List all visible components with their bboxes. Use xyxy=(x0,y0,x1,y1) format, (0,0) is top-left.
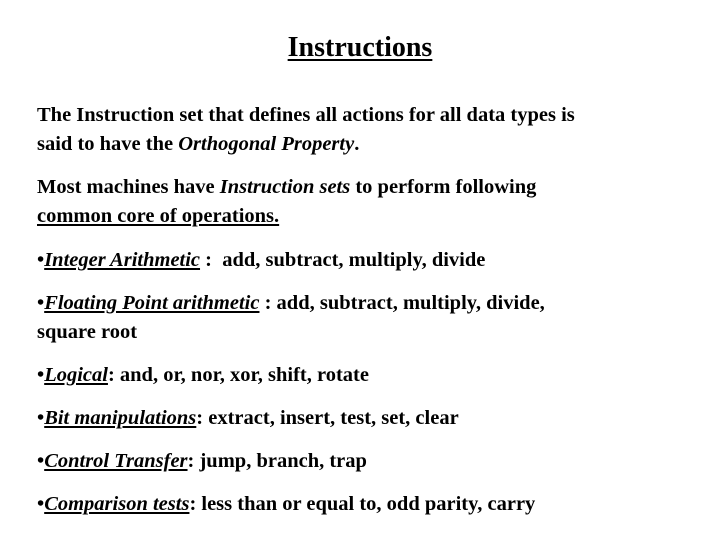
bullet-term: Control Transfer xyxy=(44,450,188,472)
bullet-term: Bit manipulations xyxy=(44,407,197,429)
bullet-term: Integer Arithmetic xyxy=(44,249,201,271)
bullet-separator: : xyxy=(259,292,277,314)
bullet-ops: add, subtract, multiply, divide xyxy=(222,249,486,271)
orthogonal-property-paragraph: The Instruction set that defines all act… xyxy=(37,101,697,159)
bullet-bit-manipulations: •Bit manipulations: extract, insert, tes… xyxy=(37,404,697,433)
emphasis-term: Orthogonal Property xyxy=(178,133,355,155)
bullet-ops: jump, branch, trap xyxy=(199,450,367,472)
bullet-separator: : xyxy=(107,364,120,386)
paragraph-text: . xyxy=(354,133,360,155)
bullet-control-transfer: •Control Transfer: jump, branch, trap xyxy=(37,447,697,476)
bullet-comparison-tests: •Comparison tests: less than or equal to… xyxy=(37,490,697,519)
bullet-separator: : xyxy=(200,249,223,271)
bullet-term: Comparison tests xyxy=(44,493,190,515)
bullet-separator: : xyxy=(196,407,209,429)
bullet-separator: : xyxy=(189,493,202,515)
bullet-integer-arithmetic: •Integer Arithmetic : add, subtract, mul… xyxy=(37,246,697,275)
bullet-term: Logical xyxy=(44,364,108,386)
underlined-text: common core of operations. xyxy=(37,205,280,227)
bullet-ops: less than or equal to, odd parity, carry xyxy=(201,493,536,515)
paragraph-text: The Instruction set that defines all act… xyxy=(37,104,575,126)
emphasis-term: Instruction sets xyxy=(219,176,351,198)
paragraph-text: to perform following xyxy=(350,176,537,198)
bullet-separator: : xyxy=(187,450,200,472)
bullet-ops: extract, insert, test, set, clear xyxy=(208,407,459,429)
bullet-term: Floating Point arithmetic xyxy=(44,292,260,314)
bullet-logical: •Logical: and, or, nor, xor, shift, rota… xyxy=(37,361,697,390)
paragraph-text: said to have the xyxy=(37,133,179,155)
bullet-ops-continued: square root xyxy=(37,321,138,343)
core-operations-paragraph: Most machines have Instruction sets to p… xyxy=(37,173,697,231)
slide-title: Instructions xyxy=(287,32,433,63)
bullet-floating-point: •Floating Point arithmetic : add, subtra… xyxy=(37,289,697,347)
paragraph-text: Most machines have xyxy=(37,176,220,198)
bullet-ops: add, subtract, multiply, divide, xyxy=(276,292,545,314)
bullet-ops: and, or, nor, xor, shift, rotate xyxy=(119,364,369,386)
